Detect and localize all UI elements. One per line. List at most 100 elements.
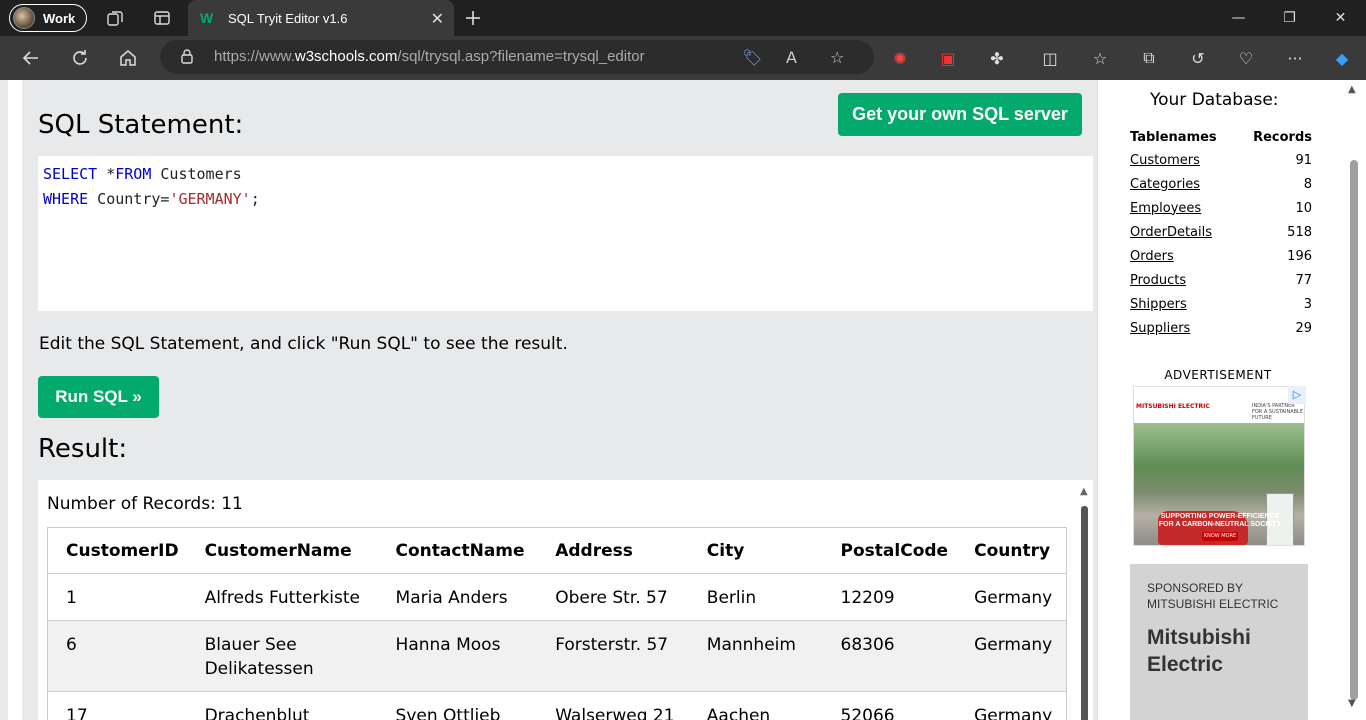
minimize-icon[interactable]: — <box>1213 0 1264 36</box>
record-count-cell: 77 <box>1295 272 1312 288</box>
table-link-shippers[interactable]: Shippers <box>1130 297 1187 312</box>
split-screen-icon[interactable]: ◫ <box>1038 46 1062 70</box>
database-row: Products 77 <box>1130 268 1312 292</box>
avatar <box>13 7 35 29</box>
browser-toolbar: https://www.w3schools.com/sql/trysql.asp… <box>0 36 1366 80</box>
address-bar[interactable]: https://www.w3schools.com/sql/trysql.asp… <box>160 40 874 74</box>
sql-line-2: WHERE Country='GERMANY'; <box>43 190 260 208</box>
back-icon[interactable] <box>19 46 43 70</box>
records-header: Records <box>1253 129 1312 145</box>
table-name-cell: Shippers <box>1130 292 1238 316</box>
table-cell: Germany <box>956 691 1067 720</box>
your-database-heading: Your Database: <box>1150 90 1279 110</box>
table-name-cell: Suppliers <box>1130 316 1238 340</box>
page-scroll-thumb[interactable] <box>1350 160 1358 700</box>
restore-icon[interactable]: ❐ <box>1264 0 1315 36</box>
database-table: Tablenames Records Customers 91 Categories… <box>1130 126 1312 340</box>
table-row: 6 Blauer See Delikatessen Hanna Moos Forste… <box>47 620 1067 692</box>
table-cell: Germany <box>956 620 1067 692</box>
more-options-icon[interactable]: ··· <box>1283 46 1307 70</box>
get-sql-server-button[interactable]: Get your own SQL server <box>838 93 1082 136</box>
record-count-cell: 518 <box>1287 224 1312 240</box>
extensions-puzzle-icon[interactable]: ✤ <box>985 46 1009 70</box>
profile-button[interactable]: Work <box>9 4 87 32</box>
close-window-icon[interactable]: ✕ <box>1315 0 1366 36</box>
table-cell: 68306 <box>822 620 957 692</box>
sql-editor[interactable]: SELECT *FROM Customers WHERE Country='GE… <box>38 156 1093 311</box>
result-heading: Result: <box>38 434 128 464</box>
table-link-categories[interactable]: Categories <box>1130 177 1200 192</box>
copilot-icon[interactable]: ◆ <box>1330 46 1354 70</box>
table-link-employees[interactable]: Employees <box>1130 201 1201 216</box>
page-scroll-down-icon[interactable]: ▼ <box>1348 698 1356 709</box>
table-cell: 17 <box>47 691 187 720</box>
tablenames-header: Tablenames <box>1130 129 1217 145</box>
table-cell: Drachenblut <box>186 691 378 720</box>
record-count-cell: 91 <box>1295 152 1312 168</box>
page-content: SQL Statement: Get your own SQL server S… <box>0 80 1366 720</box>
ad-brand-logo: MITSUBISHI ELECTRIC <box>1136 403 1210 410</box>
page-scroll-up-icon[interactable]: ▲ <box>1348 84 1356 95</box>
sponsor-block[interactable]: SPONSORED BY MITSUBISHI ELECTRIC Mitsubis… <box>1130 564 1308 720</box>
table-link-suppliers[interactable]: Suppliers <box>1130 321 1190 336</box>
database-row: Employees 10 <box>1130 196 1312 220</box>
profile-label: Work <box>43 10 76 26</box>
workspaces-icon[interactable] <box>105 8 125 28</box>
edit-hint-text: Edit the SQL Statement, and click "Run S… <box>39 334 568 354</box>
table-link-customers[interactable]: Customers <box>1130 153 1200 168</box>
database-row: OrderDetails 518 <box>1130 220 1312 244</box>
extension-off-icon[interactable]: ✺ <box>888 46 912 70</box>
table-cell: 1 <box>47 573 187 621</box>
result-scroll-thumb[interactable] <box>1081 506 1088 720</box>
column-header: CustomerName <box>186 527 378 574</box>
table-row: 17 Drachenblut Sven Ottlieb Walserweg 21 Aac… <box>47 691 1067 720</box>
record-count-cell: 10 <box>1295 200 1312 216</box>
refresh-icon[interactable] <box>68 46 92 70</box>
tab-actions-icon[interactable] <box>152 8 172 28</box>
record-count-cell: 3 <box>1303 296 1312 312</box>
favorite-star-icon[interactable]: ☆ <box>830 48 844 67</box>
sql-statement-heading: SQL Statement: <box>38 110 244 140</box>
history-icon[interactable]: ↺ <box>1186 46 1210 70</box>
result-table: CustomerID CustomerName ContactName Address… <box>47 527 1067 720</box>
url-text[interactable]: https://www.w3schools.com/sql/trysql.asp… <box>214 48 645 65</box>
database-header-row: Tablenames Records <box>1130 126 1312 148</box>
table-cell: Blauer See Delikatessen <box>186 620 378 692</box>
browser-essentials-icon[interactable]: ♡ <box>1234 46 1258 70</box>
scroll-up-icon[interactable]: ▲ <box>1080 486 1088 497</box>
column-header: Country <box>956 527 1067 574</box>
adchoices-icon[interactable]: ▷ <box>1288 386 1306 404</box>
home-icon[interactable] <box>116 46 140 70</box>
table-name-cell: Orders <box>1130 244 1238 268</box>
table-link-products[interactable]: Products <box>1130 273 1186 288</box>
table-cell: Obere Str. 57 <box>537 573 689 621</box>
favorites-icon[interactable]: ☆ <box>1088 46 1112 70</box>
table-link-orders[interactable]: Orders <box>1130 249 1174 264</box>
table-cell: 52066 <box>822 691 957 720</box>
record-count-cell: 196 <box>1287 248 1312 264</box>
database-row: Categories 8 <box>1130 172 1312 196</box>
table-cell: Walserweg 21 <box>537 691 689 720</box>
collections-icon[interactable]: ⧉ <box>1137 46 1161 70</box>
column-header: City <box>688 527 823 574</box>
database-row: Orders 196 <box>1130 244 1312 268</box>
table-cell: Aachen <box>688 691 823 720</box>
ad-know-more-button[interactable]: KNOW MORE <box>1202 532 1238 541</box>
coupon-tag-icon[interactable]: 🏷 <box>742 48 762 67</box>
result-scrollbar[interactable]: ▲ <box>1078 480 1093 720</box>
page-scrollbar[interactable]: ▲ ▼ <box>1346 80 1366 720</box>
result-panel[interactable]: Number of Records: 11 CustomerID Customer… <box>38 480 1093 720</box>
table-link-orderdetails[interactable]: OrderDetails <box>1130 225 1212 240</box>
pane-divider <box>1097 80 1110 720</box>
mitsubishi-ad-banner[interactable]: MITSUBISHI ELECTRIC INDIA'S PARTNER FOR … <box>1133 386 1305 546</box>
read-aloud-icon[interactable]: A <box>786 48 797 67</box>
table-name-cell: Customers <box>1130 148 1238 172</box>
run-sql-button[interactable]: Run SQL » <box>38 376 159 418</box>
database-row: Customers 91 <box>1130 148 1312 172</box>
new-tab-icon[interactable] <box>463 8 483 28</box>
table-name-cell: OrderDetails <box>1130 220 1238 244</box>
extension-pocket-icon[interactable]: ▣ <box>936 46 960 70</box>
lock-icon[interactable] <box>180 48 194 68</box>
close-tab-icon[interactable]: ✕ <box>431 9 444 28</box>
tab-sql-tryit[interactable]: W SQL Tryit Editor v1.6 ✕ <box>188 0 454 36</box>
